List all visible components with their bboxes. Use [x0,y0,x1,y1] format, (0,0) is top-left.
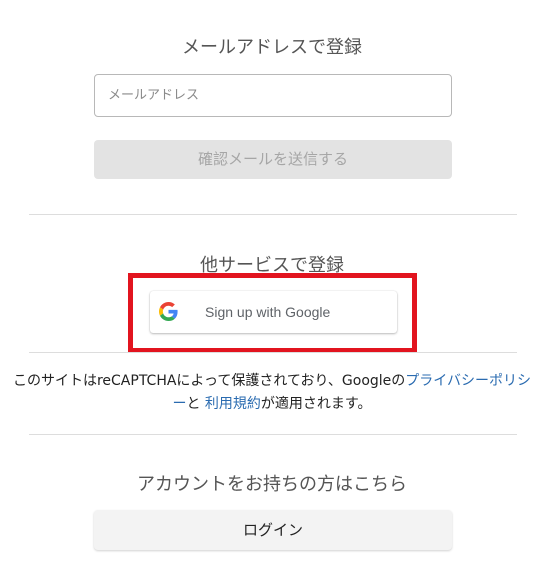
email-input[interactable] [94,74,452,117]
google-icon [159,302,178,321]
login-heading: アカウントをお持ちの方はこちら [137,474,407,495]
notice-text: が適用されます。 [260,396,372,412]
google-signup-label: Sign up with Google [205,304,331,320]
divider [29,352,517,353]
notice-text: このサイトはreCAPTCHAによって保護されており、Googleの [12,373,406,389]
login-button[interactable]: ログイン [94,510,452,550]
divider [29,214,517,215]
send-confirmation-button[interactable]: 確認メールを送信する [94,140,452,179]
notice-text: と [186,396,201,412]
google-signup-button[interactable]: Sign up with Google [150,291,397,333]
email-signup-heading: メールアドレスで登録 [182,37,362,58]
recaptcha-notice: このサイトはreCAPTCHAによって保護されており、Googleのプライバシー… [8,370,536,416]
terms-link[interactable]: 利用規約 [205,396,261,412]
divider [29,434,517,435]
